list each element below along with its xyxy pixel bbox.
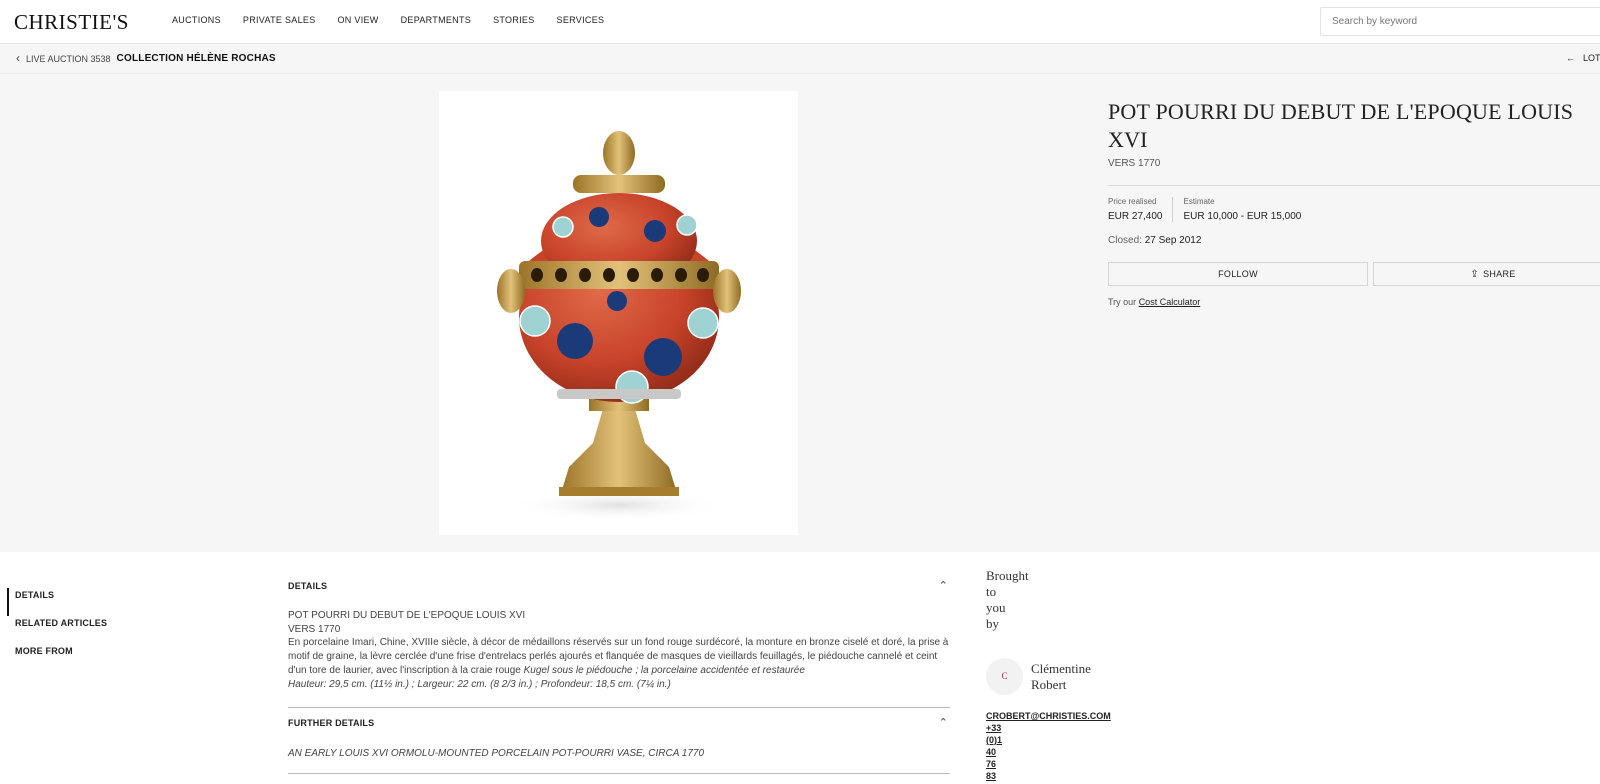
brought-word-2: to: [986, 584, 997, 599]
side-nav-details[interactable]: DETAILS: [7, 588, 107, 616]
specialist-phone-1[interactable]: +33: [986, 722, 1111, 734]
nav-on-view[interactable]: ON VIEW: [338, 15, 379, 25]
details-heading: DETAILS: [288, 581, 328, 591]
brought-word-1: Brought: [986, 568, 1029, 583]
closed-status: Closed: 27 Sep 2012: [1108, 235, 1201, 246]
brought-word-4: by: [986, 616, 999, 631]
search-box: [1320, 7, 1600, 36]
chevron-up-icon: ⌃: [938, 717, 948, 730]
nav-services[interactable]: SERVICES: [557, 15, 605, 25]
nav-departments[interactable]: DEPARTMENTS: [401, 15, 471, 25]
divider: [1108, 185, 1600, 186]
section-nav: DETAILS RELATED ARTICLES MORE FROM: [7, 588, 107, 672]
closed-date: 27 Sep 2012: [1144, 235, 1202, 246]
side-nav-more-from[interactable]: MORE FROM: [7, 644, 107, 672]
follow-button[interactable]: FOLLOW: [1108, 262, 1368, 286]
price-realised: Price realised EUR 27,400: [1108, 197, 1172, 222]
specialist-phone-3[interactable]: 40: [986, 746, 1111, 758]
cost-calculator: Try our Cost Calculator: [1108, 297, 1200, 307]
breadcrumb-sale: COLLECTION HÉLÈNE ROCHAS: [116, 53, 276, 64]
side-nav-related-articles[interactable]: RELATED ARTICLES: [7, 616, 107, 644]
share-icon: ⇪: [1470, 269, 1480, 280]
brought-word-3: you: [986, 600, 1006, 615]
calc-prefix: Try our: [1108, 297, 1137, 307]
further-details-text: AN EARLY LOUIS XVI ORMOLU-MOUNTED PORCEL…: [288, 748, 705, 760]
price-block: Price realised EUR 27,400 Estimate EUR 1…: [1108, 197, 1311, 222]
specialist-first-name: Clémentine: [1031, 660, 1091, 676]
cost-calculator-link[interactable]: Cost Calculator: [1139, 297, 1201, 307]
details-text: POT POURRI DU DEBUT DE L'EPOQUE LOUIS XV…: [288, 609, 950, 691]
share-label: SHARE: [1483, 269, 1516, 279]
specialist-name: Clémentine Robert: [1031, 661, 1111, 693]
top-header: CHRISTIE'S AUCTIONS PRIVATE SALES ON VIE…: [0, 0, 1600, 44]
nav-private-sales[interactable]: PRIVATE SALES: [243, 15, 316, 25]
specialist-phone-5[interactable]: 83: [986, 770, 1111, 782]
details-line2: VERS 1770: [288, 623, 341, 635]
details-dimensions: Hauteur: 29,5 cm. (11½ in.) ; Largeur: 2…: [288, 678, 671, 690]
nav-stories[interactable]: STORIES: [493, 15, 534, 25]
lot-image[interactable]: [439, 91, 798, 535]
specialist-email[interactable]: CROBERT@CHRISTIES.COM: [986, 710, 1111, 722]
breadcrumb-prefix: LIVE AUCTION 3538: [26, 53, 111, 64]
details-body-wrap: En porcelaine Imari, Chine, XVIIIe siècl…: [288, 636, 950, 677]
arrow-left-icon: ←: [1566, 53, 1575, 63]
main-nav: AUCTIONS PRIVATE SALES ON VIEW DEPARTMEN…: [172, 15, 604, 25]
nav-auctions[interactable]: AUCTIONS: [172, 15, 221, 25]
share-button[interactable]: ⇪ SHARE: [1373, 262, 1600, 286]
estimate: Estimate EUR 10,000 - EUR 15,000: [1172, 197, 1311, 222]
price-realised-label: Price realised: [1108, 197, 1157, 206]
christies-logo[interactable]: CHRISTIE'S: [14, 10, 129, 35]
estimate-value: EUR 10,000 - EUR 15,000: [1183, 211, 1302, 222]
further-details-heading: FURTHER DETAILS: [288, 718, 375, 729]
lot-subtitle: VERS 1770: [1108, 158, 1161, 169]
estimate-label: Estimate: [1183, 197, 1215, 206]
details-panel: DETAILS ⌃ POT POURRI DU DEBUT DE L'EPOQU…: [288, 580, 950, 775]
chevron-up-icon: ⌃: [938, 580, 948, 592]
further-details-accordion-header[interactable]: FURTHER DETAILS ⌃: [288, 717, 950, 746]
specialist-card: C Clémentine Robert: [986, 658, 1111, 695]
lots-link[interactable]: ← LOT: [1566, 53, 1600, 63]
details-line1: POT POURRI DU DEBUT DE L'EPOQUE LOUIS XV…: [288, 610, 526, 621]
search-input[interactable]: [1321, 8, 1600, 35]
avatar: C: [986, 658, 1023, 695]
breadcrumb-bar: ‹ LIVE AUCTION 3538 COLLECTION HÉLÈNE RO…: [0, 44, 1600, 74]
closed-label: Closed:: [1108, 235, 1142, 246]
chevron-left-icon: ‹: [16, 51, 20, 65]
specialist-last-name: Robert: [1031, 676, 1067, 692]
vase-illustration: [497, 131, 741, 521]
price-realised-value: EUR 27,400: [1108, 211, 1163, 222]
specialist-phone-4[interactable]: 76: [986, 758, 1111, 770]
divider: [288, 773, 950, 775]
brought-to-you-by: Brought to you by: [986, 568, 1046, 632]
specialist-phone-2[interactable]: (0)1: [986, 734, 1111, 746]
specialist-contact: CROBERT@CHRISTIES.COM +33 (0)1 40 76 83: [986, 710, 1111, 782]
details-accordion-header[interactable]: DETAILS ⌃: [288, 580, 950, 609]
lot-title: POT POURRI DU DEBUT DE L'EPOQUE LOUIS XV…: [1108, 99, 1574, 152]
lot-hero: POT POURRI DU DEBUT DE L'EPOQUE LOUIS XV…: [0, 74, 1600, 552]
details-body-italic: Kugel sous le piédouche ; la porcelaine …: [523, 664, 805, 676]
breadcrumb[interactable]: ‹ LIVE AUCTION 3538 COLLECTION HÉLÈNE RO…: [16, 51, 276, 65]
divider: [288, 707, 950, 709]
lots-label: LOT: [1583, 53, 1600, 63]
